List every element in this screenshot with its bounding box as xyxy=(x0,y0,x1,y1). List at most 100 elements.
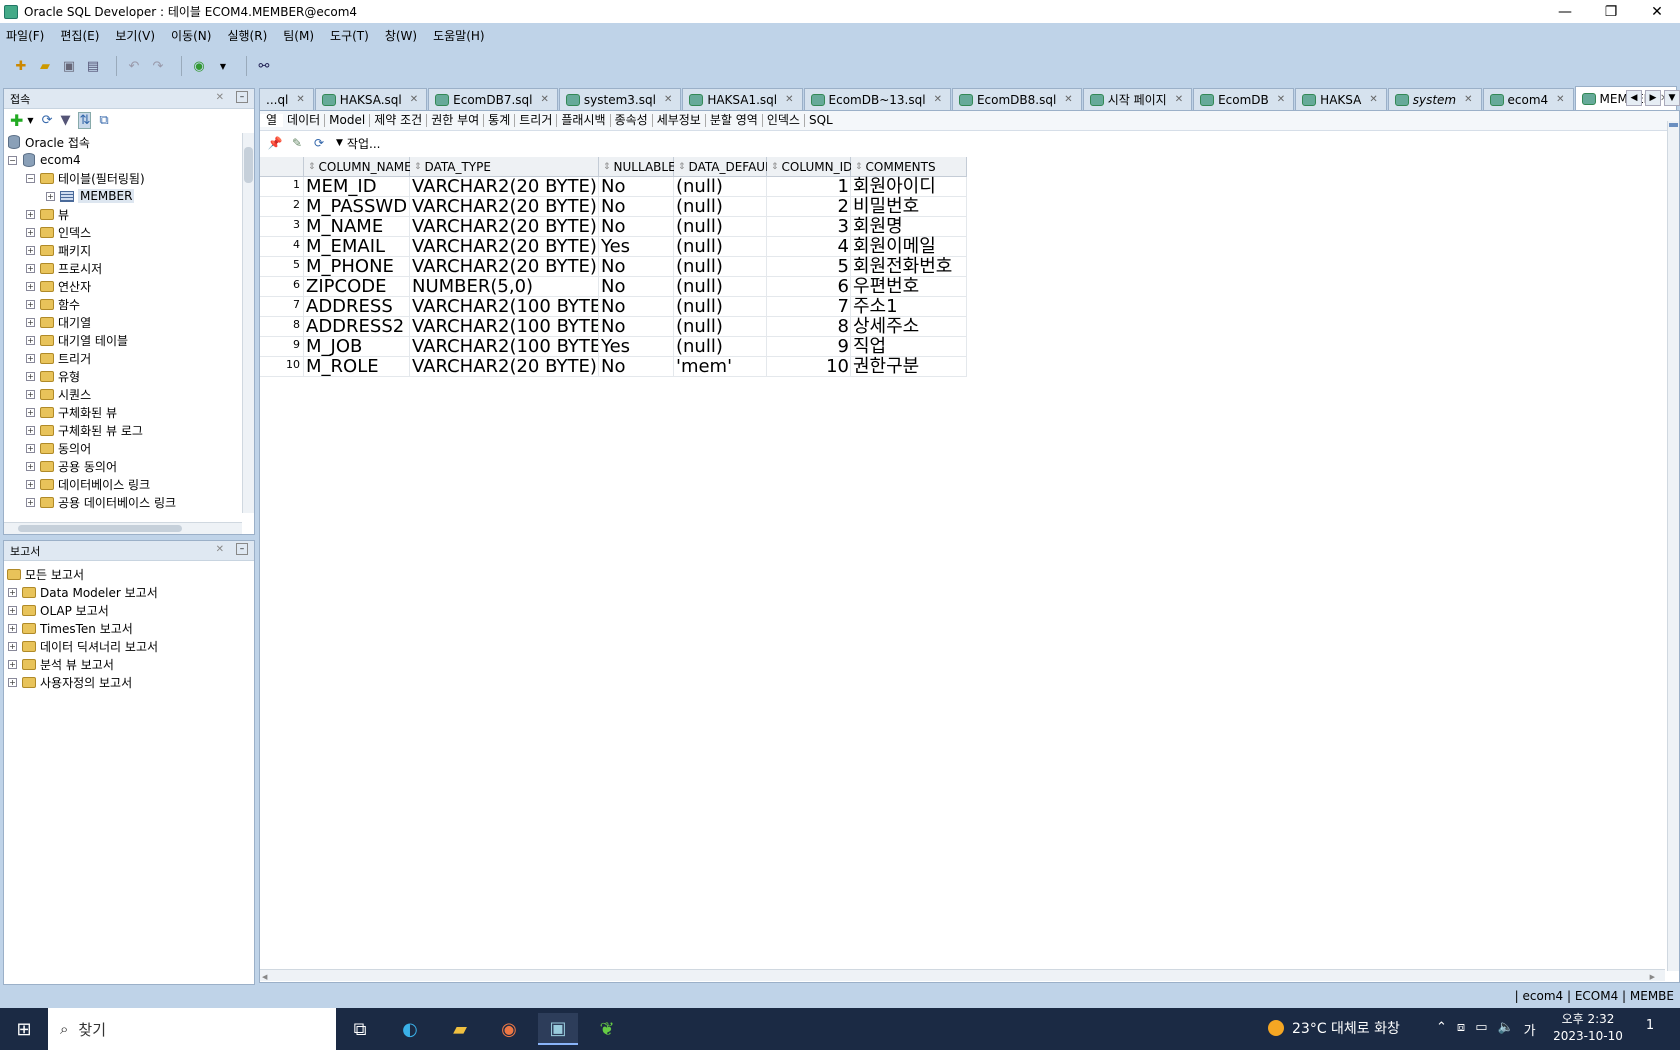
editor-horizontal-scrollbar[interactable]: ◀ ▶ xyxy=(260,969,1665,981)
tree-node[interactable]: + 공용 동의어 xyxy=(26,457,117,475)
network-icon[interactable]: ▭ xyxy=(1475,1020,1487,1039)
tab-scroll-left-icon[interactable]: ◀ xyxy=(1626,90,1642,106)
close-icon[interactable]: ✕ xyxy=(1369,94,1377,105)
grid-cell[interactable]: VARCHAR2(100 BYTE) xyxy=(410,337,599,357)
chevron-down-icon[interactable]: ▼ xyxy=(214,57,232,75)
menu-team[interactable]: 팀(M) xyxy=(283,27,314,44)
grid-cell[interactable]: VARCHAR2(20 BYTE) xyxy=(410,177,599,197)
expand-icon[interactable]: + xyxy=(26,371,35,381)
expand-icon[interactable]: + xyxy=(26,335,35,345)
close-icon[interactable]: ✕ xyxy=(216,544,224,555)
tab-scroll-right-icon[interactable]: ▶ xyxy=(1645,90,1661,106)
grid-cell[interactable]: 주소1 xyxy=(851,297,967,317)
menu-file[interactable]: 파일(F) xyxy=(6,27,44,44)
show-hidden-icons-icon[interactable]: ⌃ xyxy=(1436,1020,1447,1039)
collapse-all-icon[interactable]: ⧉ xyxy=(99,113,108,128)
new-icon[interactable]: ✚ xyxy=(12,57,30,75)
maximize-button[interactable]: ❐ xyxy=(1588,0,1634,23)
grid-cell[interactable]: 10 xyxy=(767,357,851,377)
grid-cell[interactable]: M_JOB xyxy=(304,337,410,357)
tree-horizontal-scrollbar[interactable] xyxy=(4,522,242,534)
grid-column-header[interactable]: ⇕ DATA_TYPE xyxy=(410,157,599,177)
close-icon[interactable]: ✕ xyxy=(216,92,224,103)
report-node[interactable]: + 데이터 딕셔너리 보고서 xyxy=(8,637,158,655)
grid-column-header[interactable]: ⇕ COLUMN_NAME xyxy=(304,157,412,177)
grid-cell[interactable]: (null) xyxy=(674,337,767,357)
tree-oracle-connections[interactable]: Oracle 접속 xyxy=(6,133,90,151)
tree-node[interactable]: + 연산자 xyxy=(26,277,91,295)
chevron-down-icon[interactable]: ▼ xyxy=(336,138,343,148)
expand-icon[interactable]: + xyxy=(8,587,17,597)
close-button[interactable]: ✕ xyxy=(1634,0,1680,23)
subtab[interactable]: 데이터 xyxy=(283,114,326,127)
weather-widget[interactable]: 23°C 대체로 화창 xyxy=(1268,1018,1400,1038)
expand-icon[interactable]: + xyxy=(26,389,35,399)
collapse-icon[interactable]: − xyxy=(26,173,35,183)
tree-tables-filtered[interactable]: − 테이블(필터링됨) xyxy=(26,169,145,187)
expand-icon[interactable]: + xyxy=(26,479,35,489)
sort-icon[interactable]: ⇕ xyxy=(771,162,779,172)
grid-cell[interactable]: ADDRESS xyxy=(304,297,410,317)
expand-icon[interactable]: + xyxy=(8,677,17,687)
editor-tab[interactable]: HAKSA.sql ✕ xyxy=(314,88,428,110)
tree-table-member[interactable]: + MEMBER xyxy=(46,187,135,205)
grid-cell[interactable]: VARCHAR2(20 BYTE) xyxy=(410,237,599,257)
refresh-icon[interactable]: ⟳ xyxy=(310,135,328,151)
grid-cell[interactable]: 2 xyxy=(767,197,851,217)
windows-start-icon[interactable]: ⊞ xyxy=(0,1008,48,1050)
editor-tab[interactable]: EcomDB8.sql ✕ xyxy=(951,88,1082,110)
minimize-panel-icon[interactable]: – xyxy=(236,543,248,555)
close-icon[interactable]: ✕ xyxy=(1556,94,1564,105)
subtab[interactable]: 종속성 xyxy=(611,114,653,127)
expand-icon[interactable]: + xyxy=(26,443,35,453)
add-connection-icon[interactable]: ✚ xyxy=(10,111,23,130)
subtab[interactable]: 통계 xyxy=(484,114,516,127)
expand-icon[interactable]: + xyxy=(26,461,35,471)
grid-cell[interactable]: (null) xyxy=(674,177,767,197)
subtab[interactable]: 분할 영역 xyxy=(706,114,763,127)
file-explorer-icon[interactable]: ▰ xyxy=(440,1013,480,1045)
subtab[interactable]: 열 xyxy=(260,114,284,127)
subtab[interactable]: 인덱스 xyxy=(763,114,805,127)
editor-tab[interactable]: system ✕ xyxy=(1387,88,1482,110)
expand-icon[interactable]: + xyxy=(8,623,17,633)
grid-cell[interactable]: (null) xyxy=(674,277,767,297)
grid-cell[interactable]: 6 xyxy=(767,277,851,297)
edit-icon[interactable]: ✎ xyxy=(288,135,306,151)
grid-cell[interactable]: No xyxy=(599,277,674,297)
actions-menu-button[interactable]: 작업... xyxy=(347,135,381,152)
grid-cell[interactable]: 직업 xyxy=(851,337,967,357)
taskbar-search-box[interactable]: ⌕ 찾기 xyxy=(48,1008,336,1050)
editor-tab[interactable]: 시작 페이지 ✕ xyxy=(1082,88,1193,110)
grid-cell[interactable]: 7 xyxy=(767,297,851,317)
subtab[interactable]: Model xyxy=(325,114,371,127)
expand-icon[interactable]: + xyxy=(26,227,35,237)
grid-cell[interactable]: 5 xyxy=(767,257,851,277)
menu-tools[interactable]: 도구(T) xyxy=(330,27,369,44)
grid-cell[interactable]: VARCHAR2(20 BYTE) xyxy=(410,197,599,217)
tree-connection-ecom4[interactable]: − ecom4 xyxy=(8,151,81,169)
grid-cell[interactable]: MEM_ID xyxy=(304,177,410,197)
close-icon[interactable]: ✕ xyxy=(664,94,672,105)
grid-cell[interactable]: VARCHAR2(20 BYTE) xyxy=(410,217,599,237)
undo-icon[interactable]: ↶ xyxy=(125,57,143,75)
grid-cell[interactable]: 상세주소 xyxy=(851,317,967,337)
report-node[interactable]: + 분석 뷰 보고서 xyxy=(8,655,114,673)
open-folder-icon[interactable]: ▰ xyxy=(36,57,54,75)
tree-node[interactable]: + 프로시저 xyxy=(26,259,102,277)
tree-vertical-scrollbar[interactable] xyxy=(242,133,254,513)
grid-cell[interactable]: 8 xyxy=(767,317,851,337)
expand-icon[interactable]: + xyxy=(8,605,17,615)
tree-node[interactable]: + 동의어 xyxy=(26,439,91,457)
grid-cell[interactable]: 9 xyxy=(767,337,851,357)
tree-node[interactable]: + 유형 xyxy=(26,367,80,385)
grid-cell[interactable]: 권한구분 xyxy=(851,357,967,377)
tree-node[interactable]: + 시퀀스 xyxy=(26,385,91,403)
report-node[interactable]: + OLAP 보고서 xyxy=(8,601,109,619)
tree-node[interactable]: + 대기열 xyxy=(26,313,91,331)
tree-node[interactable]: + 인덱스 xyxy=(26,223,91,241)
edge-browser-icon[interactable]: ◐ xyxy=(390,1013,430,1045)
grid-cell[interactable]: VARCHAR2(20 BYTE) xyxy=(410,357,599,377)
close-icon[interactable]: ✕ xyxy=(934,94,942,105)
editor-tab[interactable]: HAKSA ✕ xyxy=(1295,88,1387,110)
